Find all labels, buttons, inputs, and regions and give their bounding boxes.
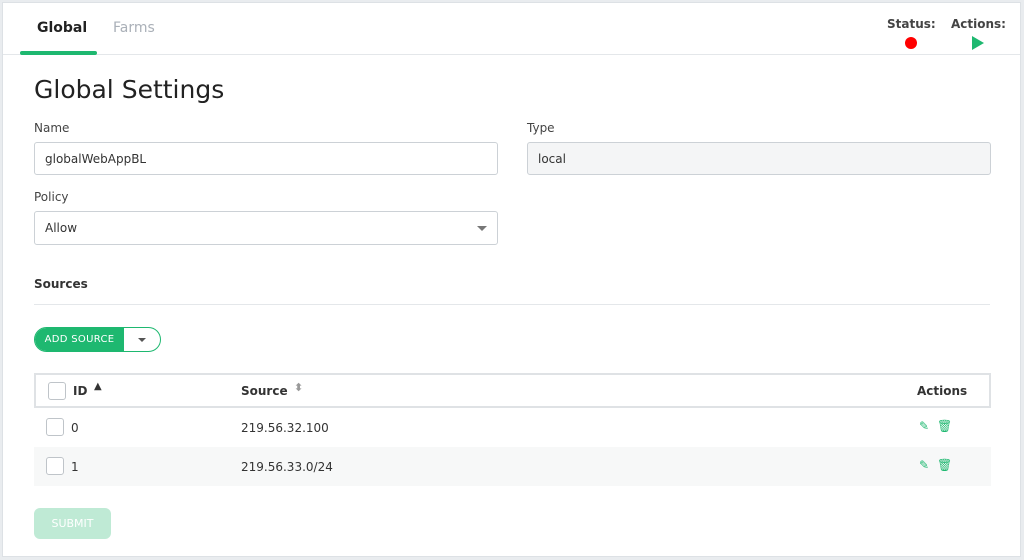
caret-down-icon bbox=[138, 338, 146, 342]
row-source: 219.56.32.100 bbox=[241, 421, 329, 435]
submit-button[interactable]: SUBMIT bbox=[34, 508, 111, 539]
trash-icon[interactable]: 🗑 bbox=[937, 458, 952, 472]
add-source-button[interactable]: ADD SOURCE bbox=[35, 328, 124, 351]
name-input[interactable]: globalWebAppBL bbox=[34, 142, 498, 175]
type-input: local bbox=[527, 142, 991, 175]
edit-icon[interactable]: ✎ bbox=[919, 458, 929, 472]
trash-icon[interactable]: 🗑 bbox=[937, 419, 952, 433]
row-id: 0 bbox=[71, 421, 79, 435]
actions-label: Actions: bbox=[951, 17, 1006, 31]
divider bbox=[34, 304, 990, 305]
chevron-down-icon bbox=[477, 226, 487, 231]
page-title: Global Settings bbox=[34, 75, 225, 104]
table-row: 0 219.56.32.100 ✎ 🗑 bbox=[34, 408, 991, 447]
policy-value: Allow bbox=[45, 221, 78, 235]
table-header: ID ▲ Source ⬍ Actions bbox=[34, 373, 991, 408]
status-indicator: Status: bbox=[887, 17, 936, 49]
actions: Actions: bbox=[951, 17, 1006, 50]
add-source-button-group: ADD SOURCE bbox=[34, 327, 161, 352]
select-all-checkbox[interactable] bbox=[48, 382, 66, 400]
sort-icon[interactable]: ⬍ bbox=[294, 381, 303, 394]
table-row: 1 219.56.33.0/24 ✎ 🗑 bbox=[34, 447, 991, 486]
type-label: Type bbox=[527, 121, 555, 135]
edit-icon[interactable]: ✎ bbox=[919, 419, 929, 433]
column-source[interactable]: Source bbox=[241, 384, 288, 398]
policy-select[interactable]: Allow bbox=[34, 211, 498, 245]
column-actions: Actions bbox=[917, 384, 968, 398]
status-label: Status: bbox=[887, 17, 936, 31]
sources-heading: Sources bbox=[34, 277, 88, 291]
column-id[interactable]: ID bbox=[73, 384, 87, 398]
sort-asc-icon[interactable]: ▲ bbox=[94, 381, 102, 392]
play-icon[interactable] bbox=[972, 36, 985, 50]
name-label: Name bbox=[34, 121, 70, 135]
row-checkbox[interactable] bbox=[46, 418, 64, 436]
tab-bar: Global Farms Status: Actions: bbox=[3, 3, 1020, 55]
add-source-dropdown-toggle[interactable] bbox=[124, 328, 160, 351]
policy-label: Policy bbox=[34, 190, 69, 204]
row-source: 219.56.33.0/24 bbox=[241, 460, 333, 474]
row-id: 1 bbox=[71, 460, 79, 474]
tab-global[interactable]: Global bbox=[37, 20, 87, 36]
sources-table: ID ▲ Source ⬍ Actions 0 219.56.32.100 ✎ … bbox=[34, 373, 991, 486]
main-card: Global Farms Status: Actions: Global Set… bbox=[2, 2, 1021, 557]
status-dot-icon bbox=[905, 37, 918, 49]
tab-farms[interactable]: Farms bbox=[113, 20, 155, 36]
active-tab-indicator bbox=[20, 51, 97, 55]
row-checkbox[interactable] bbox=[46, 457, 64, 475]
